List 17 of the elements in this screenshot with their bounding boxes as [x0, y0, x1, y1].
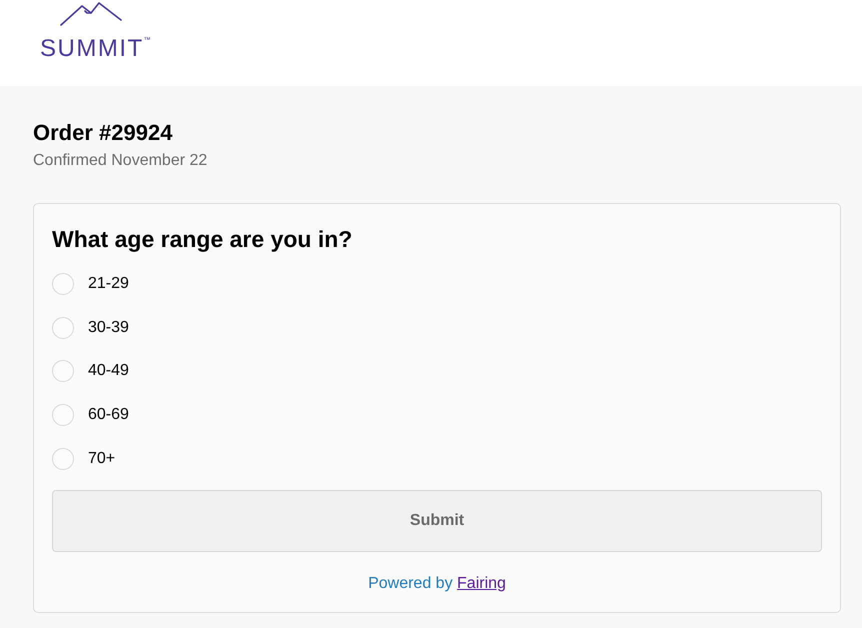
survey-question: What age range are you in? [52, 225, 354, 254]
radio-button[interactable] [52, 404, 74, 426]
mountain-icon [60, 2, 122, 26]
logo-wordmark: SUMMIT$^{™}$ [40, 35, 152, 63]
radio-button[interactable] [52, 448, 74, 470]
radio-button[interactable] [52, 360, 74, 382]
radio-button[interactable] [52, 272, 74, 295]
option-label[interactable]: 60-69 [88, 404, 129, 426]
option-label[interactable]: 70+ [88, 448, 116, 470]
option-label[interactable]: 30-39 [88, 316, 129, 339]
option-label[interactable]: 40-49 [88, 360, 129, 382]
powered-by-text: Powered by Fairing [367, 574, 507, 594]
fairing-link[interactable]: Fairing [457, 574, 506, 592]
order-title: Order #29924 [33, 119, 174, 147]
radio-button[interactable] [52, 316, 74, 339]
option-label[interactable]: 21-29 [88, 272, 129, 295]
order-date: Confirmed November 22 [33, 151, 208, 171]
